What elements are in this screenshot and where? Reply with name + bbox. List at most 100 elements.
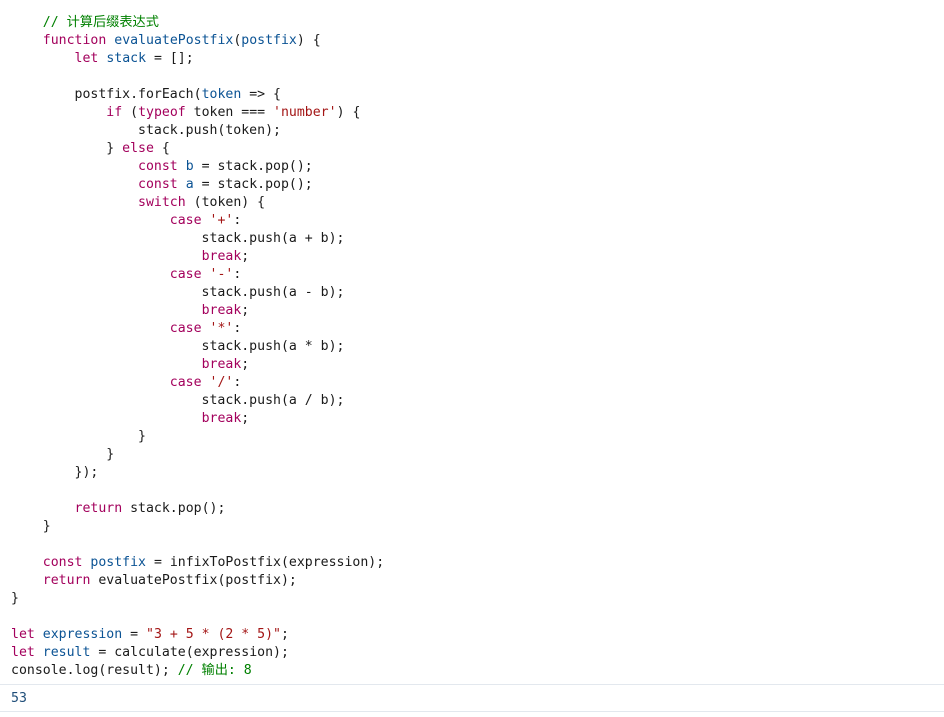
- code-token: '/': [209, 375, 234, 390]
- code-line: case '-':: [11, 266, 384, 284]
- code-token: case: [169, 321, 202, 336]
- code-line: return evaluatePostfix(postfix);: [11, 572, 384, 590]
- code-line: }: [11, 518, 384, 536]
- code-line: }: [11, 590, 384, 608]
- code-token: const: [138, 177, 178, 192]
- code-line: }: [11, 446, 384, 464]
- code-line: stack.push(token);: [11, 122, 384, 140]
- code-token: ;: [281, 627, 289, 642]
- code-token: = [];: [146, 51, 194, 66]
- code-token: (: [122, 105, 139, 120]
- code-line: break;: [11, 302, 384, 320]
- code-token: break: [201, 411, 242, 426]
- code-token: postfix: [241, 33, 297, 48]
- code-line: // 计算后缀表达式: [11, 14, 384, 32]
- code-line: }: [11, 428, 384, 446]
- code-token: ;: [241, 411, 250, 426]
- code-line: const b = stack.pop();: [11, 158, 384, 176]
- code-line: stack.push(a + b);: [11, 230, 384, 248]
- code-token: stack: [106, 51, 147, 66]
- code-token: stack.push(a + b);: [11, 231, 345, 246]
- code-line: const postfix = infixToPostfix(expressio…: [11, 554, 384, 572]
- code-token: let: [11, 627, 35, 642]
- code-token: stack.push(a - b);: [11, 285, 345, 300]
- code-line: stack.push(a - b);: [11, 284, 384, 302]
- code-token: }: [11, 141, 123, 156]
- code-token: =: [122, 627, 147, 642]
- code-line: let expression = "3 + 5 * (2 * 5)";: [11, 626, 384, 644]
- code-token: switch: [138, 195, 186, 210]
- code-line: break;: [11, 248, 384, 266]
- code-line: case '+':: [11, 212, 384, 230]
- code-token: let: [74, 51, 99, 66]
- code-line: });: [11, 464, 384, 482]
- code-token: '-': [209, 267, 234, 282]
- code-token: function: [42, 33, 107, 48]
- code-editor[interactable]: // 计算后缀表达式 function evaluatePostfix(post…: [11, 14, 384, 680]
- code-token: if: [106, 105, 123, 120]
- code-line: } else {: [11, 140, 384, 158]
- code-token: 'number': [273, 105, 337, 120]
- code-token: const: [138, 159, 178, 174]
- code-token: return: [42, 573, 91, 588]
- output-value: 53: [11, 691, 27, 706]
- code-token: = stack.pop();: [193, 177, 313, 192]
- code-token: break: [201, 249, 242, 264]
- code-line: stack.push(a / b);: [11, 392, 384, 410]
- code-token: a: [185, 177, 194, 192]
- code-line: if (typeof token === 'number') {: [11, 104, 384, 122]
- code-token: let: [11, 645, 35, 660]
- code-token: ;: [241, 357, 250, 372]
- code-token: }: [11, 519, 51, 534]
- code-token: stack.push(token);: [11, 123, 281, 138]
- code-token: :: [233, 321, 242, 336]
- code-token: token ===: [185, 105, 274, 120]
- code-token: = infixToPostfix(expression);: [146, 555, 385, 570]
- code-token: :: [233, 213, 242, 228]
- code-token: break: [201, 357, 242, 372]
- code-token: = stack.pop();: [193, 159, 313, 174]
- code-token: "3 + 5 * (2 * 5)": [146, 627, 281, 642]
- code-line: function evaluatePostfix(postfix) {: [11, 32, 384, 50]
- code-line: switch (token) {: [11, 194, 384, 212]
- code-token: stack.pop();: [122, 501, 226, 516]
- code-token: }: [11, 429, 146, 444]
- code-token: ;: [241, 249, 250, 264]
- code-token: postfix: [90, 555, 146, 570]
- code-token: {: [153, 141, 170, 156]
- code-line: let result = calculate(expression);: [11, 644, 384, 662]
- code-token: ;: [241, 303, 250, 318]
- code-line: console.log(result); // 输出: 8: [11, 662, 384, 680]
- code-token: :: [233, 267, 242, 282]
- code-token: ) {: [296, 33, 321, 48]
- code-token: case: [169, 267, 202, 282]
- code-line: break;: [11, 410, 384, 428]
- console-output: 53: [0, 684, 944, 712]
- code-token: (token) {: [185, 195, 266, 210]
- code-token: = calculate(expression);: [90, 645, 289, 660]
- code-token: '*': [209, 321, 234, 336]
- code-token: case: [169, 375, 202, 390]
